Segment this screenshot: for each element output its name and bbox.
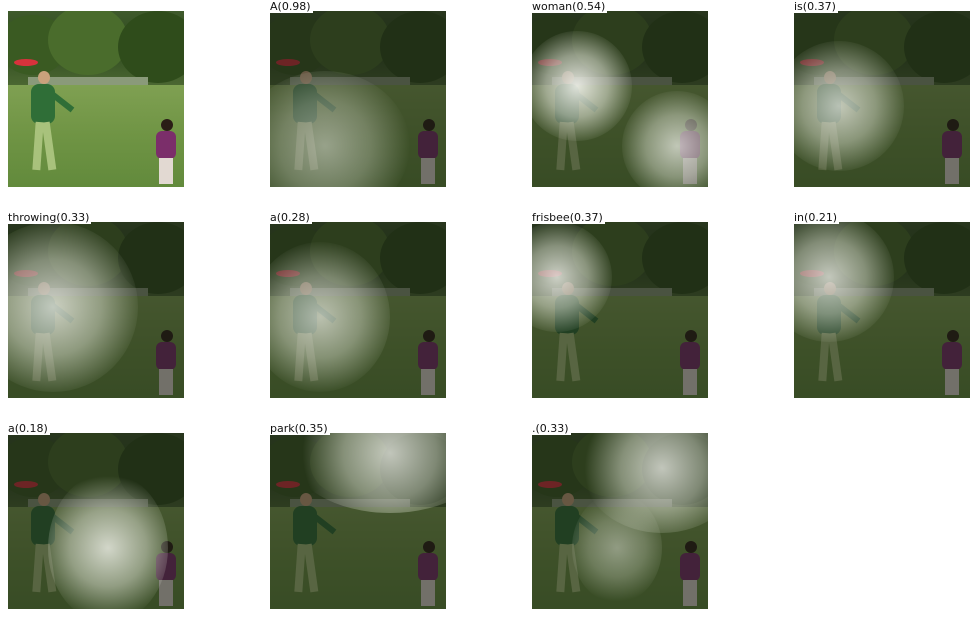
attention-map xyxy=(8,222,184,398)
word-label: frisbee(0.37) xyxy=(532,211,605,224)
word-label: park(0.35) xyxy=(270,422,330,435)
attention-map xyxy=(532,433,708,609)
word-label: a(0.18) xyxy=(8,422,50,435)
attention-panel-5: a(0.28) xyxy=(270,211,448,398)
attention-map xyxy=(532,11,708,187)
park-photo xyxy=(8,11,184,187)
attention-map xyxy=(8,433,184,609)
attention-map xyxy=(270,11,446,187)
attention-panel-9: park(0.35) xyxy=(270,422,448,609)
attention-panel-8: a(0.18) xyxy=(8,422,186,609)
word-label: woman(0.54) xyxy=(532,0,608,13)
attention-map xyxy=(794,222,970,398)
attention-map xyxy=(794,11,970,187)
attention-panel-7: in(0.21) xyxy=(794,211,972,398)
attention-panel-2: woman(0.54) xyxy=(532,0,710,187)
panel-original xyxy=(8,11,186,187)
attention-panel-10: .(0.33) xyxy=(532,422,710,609)
attention-map xyxy=(270,433,446,609)
attention-panel-4: throwing(0.33) xyxy=(8,211,186,398)
attention-panel-6: frisbee(0.37) xyxy=(532,211,710,398)
word-label: throwing(0.33) xyxy=(8,211,92,224)
attention-map xyxy=(532,222,708,398)
word-label: a(0.28) xyxy=(270,211,312,224)
word-label: in(0.21) xyxy=(794,211,840,224)
word-label: .(0.33) xyxy=(532,422,571,435)
word-label: is(0.37) xyxy=(794,0,838,13)
frisbee-icon xyxy=(14,59,38,66)
attention-map xyxy=(270,222,446,398)
attention-panel-3: is(0.37) xyxy=(794,0,972,187)
word-label: A(0.98) xyxy=(270,0,313,13)
attention-panel-1: A(0.98) xyxy=(270,0,448,187)
